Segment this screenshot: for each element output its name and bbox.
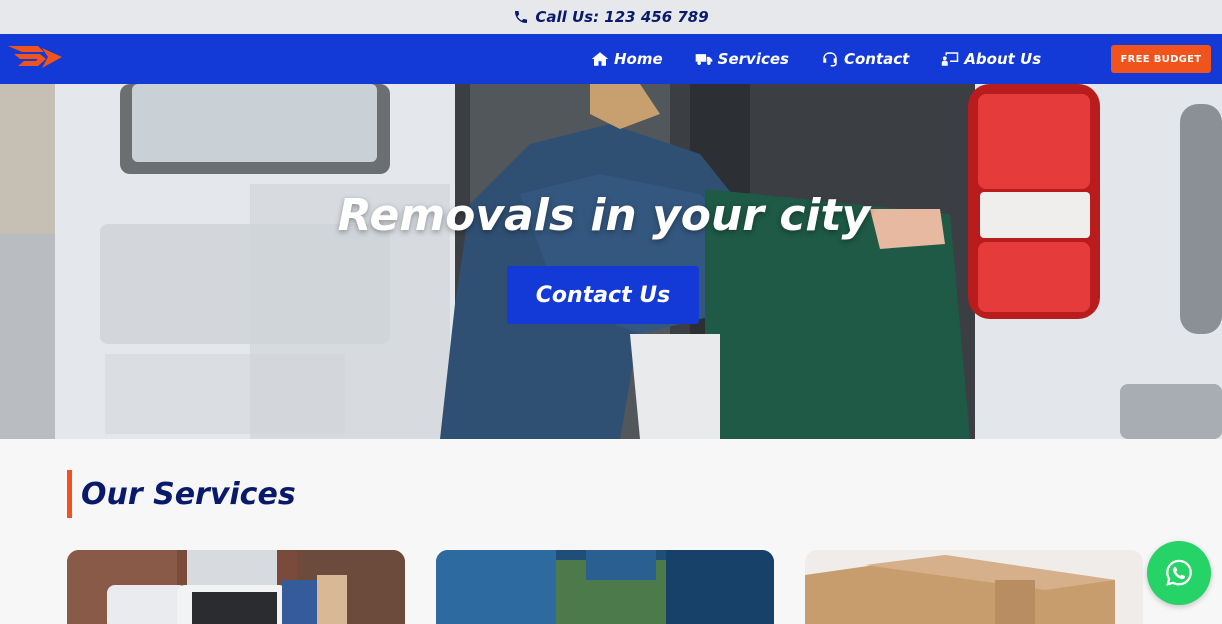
- hero-title: Removals in your city: [337, 190, 871, 241]
- section-title: Our Services: [67, 470, 296, 518]
- nav-about[interactable]: About Us: [941, 50, 1041, 68]
- service-card-image: [436, 550, 774, 624]
- whatsapp-button[interactable]: [1147, 541, 1211, 605]
- services-section: Our Services: [0, 439, 1222, 624]
- nav-about-label: About Us: [964, 50, 1042, 68]
- whatsapp-icon: [1166, 559, 1192, 586]
- top-contact-bar: Call Us: 123 456 789: [0, 0, 1222, 34]
- home-icon: [591, 52, 609, 66]
- phone-icon: [515, 11, 528, 23]
- nav-contact[interactable]: Contact: [821, 50, 909, 68]
- nav-menu: Home Services Contact About Us: [591, 34, 1041, 84]
- nav-home-label: Home: [614, 50, 663, 68]
- truck-icon: [695, 54, 712, 65]
- main-navbar: Home Services Contact About Us FREE BUDG…: [0, 34, 1222, 84]
- hero-background-image: [0, 84, 1222, 439]
- hero-contact-button[interactable]: Contact Us: [507, 266, 699, 324]
- nav-services-label: Services: [717, 50, 789, 68]
- service-card-image: [805, 550, 1143, 624]
- presentation-icon: [942, 52, 959, 66]
- hero-banner: Removals in your city Contact Us: [0, 84, 1222, 439]
- service-card-image: [67, 550, 405, 624]
- nav-contact-label: Contact: [843, 50, 910, 68]
- free-budget-button[interactable]: FREE BUDGET: [1111, 45, 1211, 73]
- nav-home[interactable]: Home: [591, 50, 663, 68]
- headset-icon: [823, 52, 837, 67]
- service-card-boxes[interactable]: [805, 550, 1143, 624]
- nav-services[interactable]: Services: [695, 50, 789, 68]
- logo[interactable]: [8, 44, 62, 70]
- service-card-packing[interactable]: [436, 550, 774, 624]
- call-us-text[interactable]: Call Us: 123 456 789: [535, 8, 708, 26]
- service-card-removals[interactable]: [67, 550, 405, 624]
